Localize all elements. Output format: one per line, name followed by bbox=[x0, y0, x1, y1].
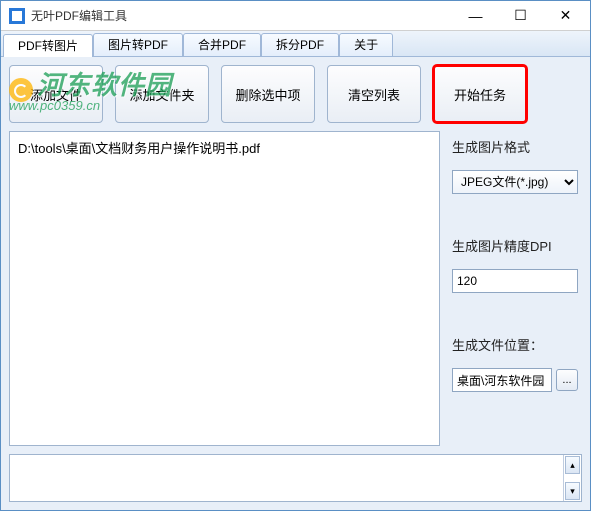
window-controls: — ☐ ✕ bbox=[453, 2, 588, 30]
list-item[interactable]: D:\tools\桌面\文档财务用户操作说明书.pdf bbox=[18, 138, 431, 157]
clear-list-button[interactable]: 清空列表 bbox=[327, 65, 421, 123]
window-title: 无叶PDF编辑工具 bbox=[31, 7, 453, 24]
tab-image-to-pdf[interactable]: 图片转PDF bbox=[93, 33, 183, 56]
scroll-up-button[interactable]: ▴ bbox=[565, 456, 580, 474]
app-icon bbox=[9, 8, 25, 24]
delete-selected-button[interactable]: 删除选中项 bbox=[221, 65, 315, 123]
content-area: 河东软件园 www.pc0359.cn 添加文件 添加文件夹 删除选中项 清空列… bbox=[1, 57, 590, 510]
start-task-button[interactable]: 开始任务 bbox=[433, 65, 527, 123]
add-file-button[interactable]: 添加文件 bbox=[9, 65, 103, 123]
status-track bbox=[10, 455, 563, 501]
tab-pdf-to-image[interactable]: PDF转图片 bbox=[3, 34, 93, 57]
maximize-button[interactable]: ☐ bbox=[498, 2, 543, 30]
add-folder-button[interactable]: 添加文件夹 bbox=[115, 65, 209, 123]
tab-merge-pdf[interactable]: 合并PDF bbox=[183, 33, 261, 56]
file-list[interactable]: D:\tools\桌面\文档财务用户操作说明书.pdf bbox=[9, 131, 440, 446]
app-window: 无叶PDF编辑工具 — ☐ ✕ PDF转图片 图片转PDF 合并PDF 拆分PD… bbox=[0, 0, 591, 511]
status-scrollbar: ▴ ▾ bbox=[563, 455, 581, 501]
action-row: 添加文件 添加文件夹 删除选中项 清空列表 开始任务 bbox=[9, 65, 582, 123]
options-panel: 生成图片格式 JPEG文件(*.jpg) 生成图片精度DPI 生成文件位置： .… bbox=[452, 131, 582, 446]
tab-bar: PDF转图片 图片转PDF 合并PDF 拆分PDF 关于 bbox=[1, 31, 590, 57]
tab-split-pdf[interactable]: 拆分PDF bbox=[261, 33, 339, 56]
close-button[interactable]: ✕ bbox=[543, 2, 588, 30]
main-row: D:\tools\桌面\文档财务用户操作说明书.pdf 生成图片格式 JPEG文… bbox=[9, 131, 582, 446]
format-select[interactable]: JPEG文件(*.jpg) bbox=[452, 170, 578, 194]
browse-button[interactable]: ... bbox=[556, 369, 578, 391]
format-label: 生成图片格式 bbox=[452, 137, 582, 156]
tab-about[interactable]: 关于 bbox=[339, 33, 393, 56]
scroll-down-button[interactable]: ▾ bbox=[565, 482, 580, 500]
titlebar: 无叶PDF编辑工具 — ☐ ✕ bbox=[1, 1, 590, 31]
dpi-label: 生成图片精度DPI bbox=[452, 236, 582, 255]
location-label: 生成文件位置： bbox=[452, 335, 582, 354]
minimize-button[interactable]: — bbox=[453, 2, 498, 30]
dpi-input[interactable] bbox=[452, 269, 578, 293]
location-input[interactable] bbox=[452, 368, 552, 392]
status-area: ▴ ▾ bbox=[9, 454, 582, 502]
